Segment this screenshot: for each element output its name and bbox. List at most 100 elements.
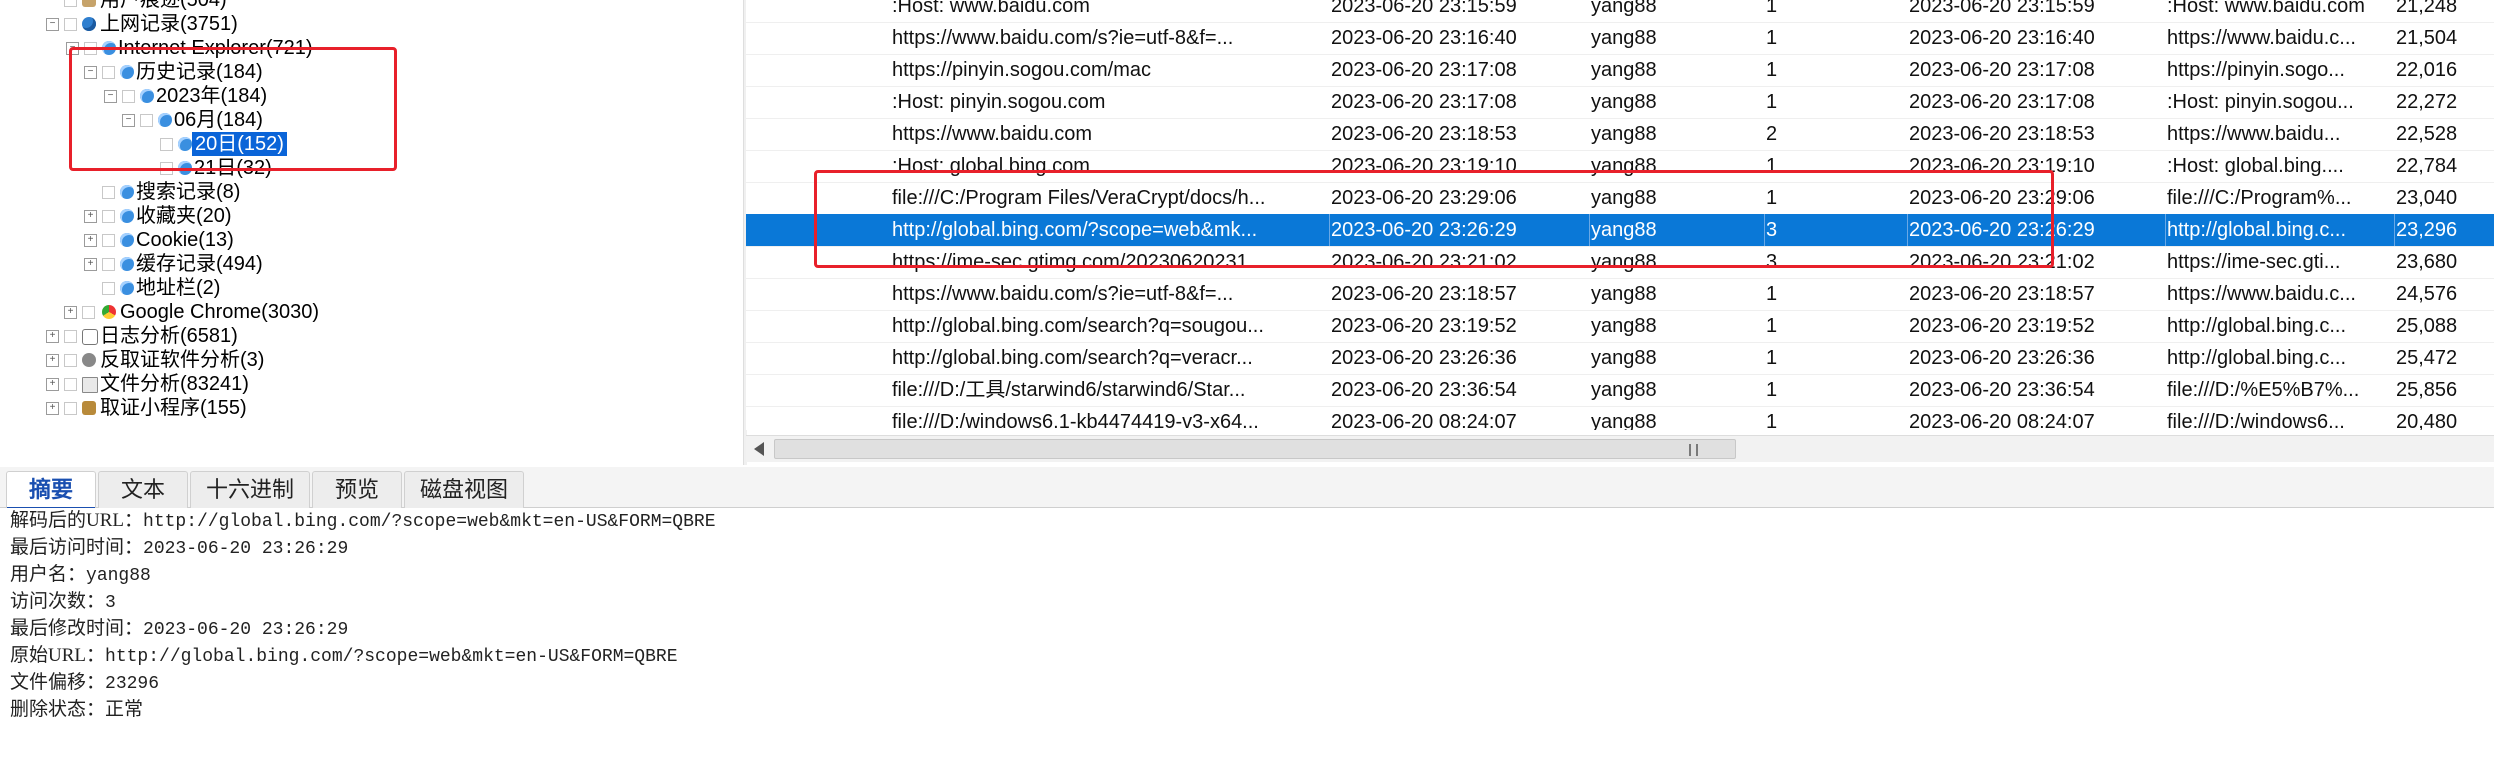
- calendar-icon: [178, 161, 192, 175]
- cell-last-visit: 2023-06-20 08:24:07: [1331, 411, 1517, 430]
- checkbox-icon[interactable]: [82, 306, 95, 319]
- checkbox-icon[interactable]: [160, 162, 173, 175]
- table-row[interactable]: file:///D:/windows6.1-kb4474419-v3-x64..…: [746, 406, 2494, 430]
- checkbox-icon[interactable]: [102, 66, 115, 79]
- cell-file-offset: 25,856: [2396, 379, 2458, 401]
- detail-tab-bar: 摘要 文本 十六进制 预览 磁盘视图: [0, 467, 2494, 510]
- calendar-icon: [140, 89, 154, 103]
- scroll-grip-icon: [1689, 444, 1698, 456]
- expand-icon[interactable]: +: [46, 378, 59, 391]
- collapse-icon[interactable]: −: [84, 66, 97, 79]
- expand-icon[interactable]: +: [84, 210, 97, 223]
- table-row[interactable]: https://www.baidu.com/s?ie=utf-8&f=... 20…: [746, 278, 2494, 311]
- expand-icon[interactable]: +: [84, 258, 97, 271]
- table-row[interactable]: file:///D:/工具/starwind6/starwind6/Star..…: [746, 374, 2494, 407]
- cell-modified: 2023-06-20 23:16:40: [1909, 27, 2095, 49]
- checkbox-icon[interactable]: [102, 234, 115, 247]
- tab-disk-view[interactable]: 磁盘视图: [404, 471, 524, 508]
- cell-original-url: https://pinyin.sogo...: [2167, 59, 2345, 81]
- checkbox-icon[interactable]: [102, 210, 115, 223]
- globe-icon: [82, 17, 96, 31]
- evidence-tree: 用户痕迹(504) − 上网记录(3751) − Internet Explor…: [0, 0, 743, 465]
- cell-file-offset: 21,248: [2396, 0, 2458, 17]
- expand-icon[interactable]: +: [46, 330, 59, 343]
- field-value: 正常: [105, 699, 144, 720]
- tree-node-label: 地址栏(2): [136, 277, 221, 299]
- table-row[interactable]: :Host: global.bing.com 2023-06-20 23:19:1…: [746, 150, 2494, 183]
- checkbox-icon[interactable]: [64, 18, 77, 31]
- collapse-icon[interactable]: −: [46, 18, 59, 31]
- tree-node-label: 21日(32): [194, 157, 272, 179]
- table-row[interactable]: http://global.bing.com/search?q=veracr..…: [746, 342, 2494, 375]
- checkbox-icon[interactable]: [102, 282, 115, 295]
- expand-icon[interactable]: +: [46, 402, 59, 415]
- cell-url: https://www.baidu.com/s?ie=utf-8&f=...: [892, 27, 1234, 49]
- collapse-icon[interactable]: −: [122, 114, 135, 127]
- history-icon: [120, 65, 134, 79]
- expand-icon[interactable]: +: [84, 234, 97, 247]
- checkbox-icon[interactable]: [64, 378, 77, 391]
- scrollbar-thumb[interactable]: [774, 439, 1736, 459]
- summary-user: 用户名：yang88: [10, 562, 151, 588]
- cell-visit-count: 1: [1766, 347, 1778, 369]
- cell-url: https://pinyin.sogou.com/mac: [892, 59, 1152, 81]
- table-row[interactable]: https://ime-sec.gtimg.com/20230620231...…: [746, 246, 2494, 279]
- column-divider: [1907, 214, 1908, 246]
- column-divider: [2165, 214, 2166, 246]
- table-row[interactable]: https://pinyin.sogou.com/mac 2023-06-20 2…: [746, 54, 2494, 87]
- tool-icon: [82, 401, 96, 415]
- cell-last-visit: 2023-06-20 23:16:40: [1331, 27, 1517, 49]
- cell-file-offset: 22,016: [2396, 59, 2458, 81]
- tab-hex[interactable]: 十六进制: [190, 471, 310, 508]
- tree-node-label: 上网记录(3751): [100, 13, 238, 35]
- cell-visit-count: 1: [1766, 155, 1778, 177]
- tab-text[interactable]: 文本: [98, 471, 188, 508]
- checkbox-icon[interactable]: [64, 354, 77, 367]
- checkbox-icon[interactable]: [84, 42, 97, 55]
- cell-url: file:///C:/Program Files/VeraCrypt/docs/…: [892, 187, 1266, 209]
- cell-original-url: file:///C:/Program%...: [2167, 187, 2352, 209]
- collapse-icon[interactable]: −: [66, 42, 79, 55]
- checkbox-icon[interactable]: [64, 330, 77, 343]
- field-label: 访问次数：: [10, 591, 106, 612]
- checkbox-icon[interactable]: [102, 186, 115, 199]
- scroll-left-icon[interactable]: [754, 442, 764, 456]
- table-row[interactable]: https://www.baidu.com/s?ie=utf-8&f=... 20…: [746, 22, 2494, 55]
- cell-original-url: http://global.bing.c...: [2167, 347, 2347, 369]
- field-label: 最后修改时间：: [10, 618, 144, 639]
- checkbox-icon[interactable]: [140, 114, 153, 127]
- field-value: yang88: [86, 566, 151, 586]
- cell-user: yang88: [1591, 91, 1657, 113]
- tab-summary[interactable]: 摘要: [6, 471, 96, 510]
- cell-original-url: :Host: www.baidu.com: [2167, 0, 2365, 17]
- table-row[interactable]: https://www.baidu.com 2023-06-20 23:18:53…: [746, 118, 2494, 151]
- checkbox-icon[interactable]: [64, 402, 77, 415]
- checkbox-icon[interactable]: [102, 258, 115, 271]
- cell-last-visit: 2023-06-20 23:26:36: [1331, 347, 1517, 369]
- summary-original-url: 原始URL：http://global.bing.com/?scope=web&…: [10, 643, 678, 669]
- table-row-selected[interactable]: http://global.bing.com/?scope=web&mk... 2…: [746, 214, 2494, 247]
- table-row[interactable]: file:///C:/Program Files/VeraCrypt/docs/…: [746, 182, 2494, 215]
- calendar-icon: [158, 113, 172, 127]
- cell-visit-count: 1: [1766, 0, 1778, 17]
- collapse-icon[interactable]: −: [104, 90, 117, 103]
- cell-file-offset: 24,576: [2396, 283, 2458, 305]
- field-value: http://global.bing.com/?scope=web&mkt=en…: [105, 647, 678, 667]
- ie-icon: [102, 41, 116, 55]
- horizontal-scrollbar[interactable]: [746, 435, 2494, 462]
- tab-preview[interactable]: 预览: [312, 471, 402, 508]
- checkbox-icon[interactable]: [160, 138, 173, 151]
- table-row[interactable]: http://global.bing.com/search?q=sougou..…: [746, 310, 2494, 343]
- expand-icon[interactable]: +: [46, 354, 59, 367]
- cell-url: https://www.baidu.com: [892, 123, 1093, 145]
- expand-icon[interactable]: +: [64, 306, 77, 319]
- table-row[interactable]: :Host: pinyin.sogou.com 2023-06-20 23:17:…: [746, 86, 2494, 119]
- cell-user: yang88: [1591, 0, 1657, 17]
- chrome-icon: [102, 305, 116, 319]
- cell-modified: 2023-06-20 23:17:08: [1909, 91, 2095, 113]
- table-row[interactable]: :Host: www.baidu.com 2023-06-20 23:15:59 y…: [746, 0, 2494, 23]
- checkbox-icon[interactable]: [122, 90, 135, 103]
- tree-node-label: 收藏夹(20): [136, 205, 232, 227]
- checkbox-icon[interactable]: [64, 0, 77, 7]
- cell-last-visit: 2023-06-20 23:18:53: [1331, 123, 1517, 145]
